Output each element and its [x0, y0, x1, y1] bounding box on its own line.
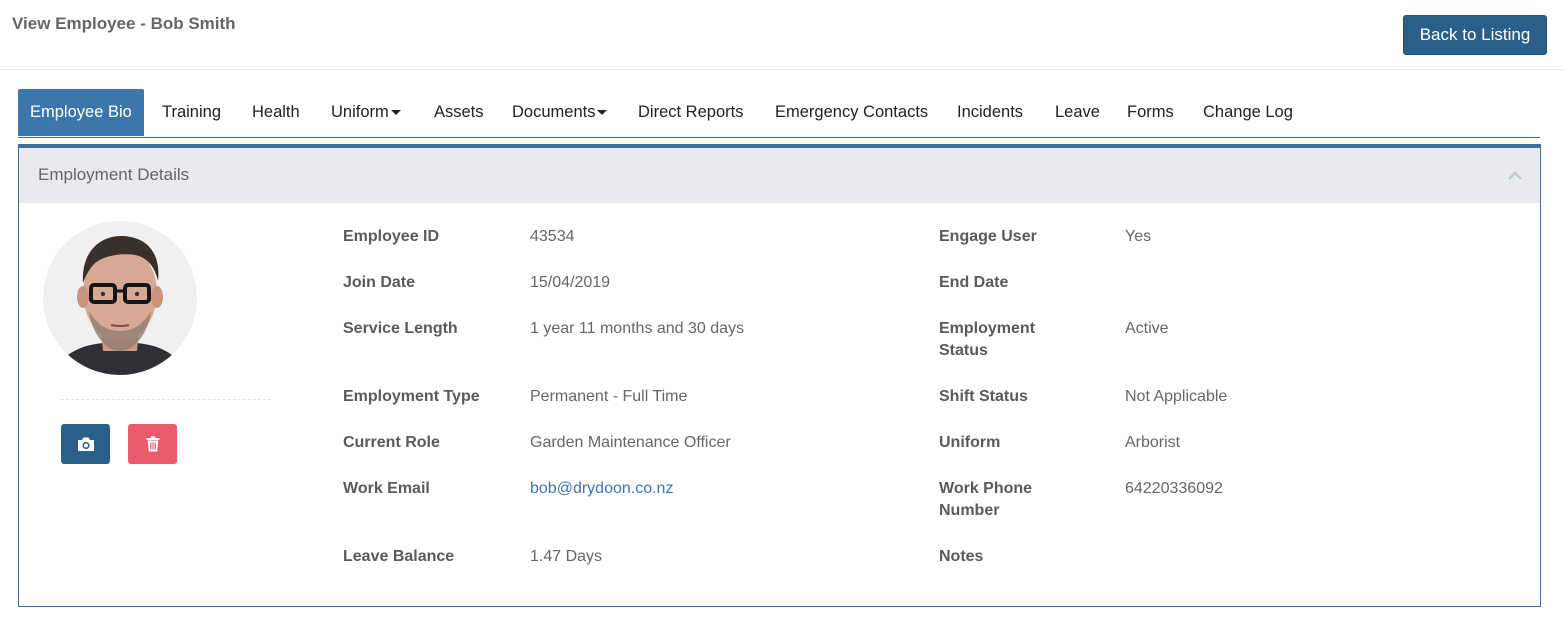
tab-training[interactable]: Training — [162, 89, 221, 136]
label-line: Employment — [939, 320, 1036, 337]
shift-status-value: Not Applicable — [1125, 388, 1228, 405]
employment-type-label: Employment Type — [343, 388, 480, 405]
tab-documents[interactable]: Documents — [512, 89, 608, 136]
upload-photo-button[interactable] — [61, 424, 110, 464]
engage-user-label: Engage User — [939, 228, 1037, 245]
uniform-label: Uniform — [939, 434, 1001, 451]
caret-down-icon — [597, 110, 608, 116]
page-title: View Employee - Bob Smith — [12, 14, 236, 33]
tab-bar: Employee Bio Training Health Uniform Ass… — [18, 89, 1540, 138]
employment-details-panel: Employment Details Employee ID 43534 Joi… — [18, 144, 1541, 607]
page-header: View Employee - Bob Smith Back to Listin… — [0, 0, 1564, 70]
camera-icon — [77, 437, 94, 451]
employee-id-label: Employee ID — [343, 228, 440, 245]
panel-title: Employment Details — [38, 165, 190, 184]
tab-label: Documents — [512, 103, 596, 121]
tab-label: Assets — [434, 103, 484, 121]
end-date-label: End Date — [939, 274, 1009, 291]
tab-label: Health — [252, 103, 300, 121]
engage-user-value: Yes — [1125, 228, 1152, 245]
tab-label: Leave — [1055, 103, 1100, 121]
employment-type-value: Permanent - Full Time — [530, 388, 688, 405]
join-date-label: Join Date — [343, 274, 416, 291]
avatar — [43, 221, 197, 375]
chevron-up-icon[interactable] — [1506, 168, 1524, 182]
tab-label: Incidents — [957, 103, 1024, 121]
caret-down-icon — [390, 110, 401, 116]
service-length-label: Service Length — [343, 320, 458, 337]
avatar-divider — [61, 399, 271, 400]
tab-direct-reports[interactable]: Direct Reports — [638, 89, 743, 136]
panel-header[interactable]: Employment Details — [19, 148, 1540, 203]
shift-status-label: Shift Status — [939, 388, 1028, 405]
back-to-listing-button[interactable]: Back to Listing — [1403, 15, 1547, 55]
employee-id-value: 43534 — [530, 228, 575, 245]
tab-uniform[interactable]: Uniform — [331, 89, 401, 136]
tab-forms[interactable]: Forms — [1127, 89, 1174, 136]
tab-incidents[interactable]: Incidents — [957, 89, 1023, 136]
label-line: Number — [939, 502, 1000, 519]
current-role-value: Garden Maintenance Officer — [530, 434, 731, 451]
tab-label: Forms — [1127, 103, 1174, 121]
join-date-value: 15/04/2019 — [530, 274, 611, 291]
employment-status-value: Active — [1125, 320, 1169, 337]
trash-icon — [146, 436, 159, 452]
service-length-value: 1 year 11 months and 30 days — [530, 320, 745, 337]
delete-photo-button[interactable] — [128, 424, 177, 464]
tab-change-log[interactable]: Change Log — [1203, 89, 1293, 136]
label-line: Status — [939, 342, 988, 359]
tab-label: Change Log — [1203, 103, 1293, 121]
tab-label: Emergency Contacts — [775, 103, 929, 121]
tab-leave[interactable]: Leave — [1055, 89, 1100, 136]
tab-label: Uniform — [331, 103, 389, 121]
work-phone-number-label: Work Phone Number — [939, 478, 1032, 522]
notes-label: Notes — [939, 548, 984, 565]
label-line: Work Phone — [939, 480, 1033, 497]
tab-label: Employee Bio — [30, 103, 132, 121]
leave-balance-label: Leave Balance — [343, 548, 455, 565]
work-email-link[interactable]: bob@drydoon.co.nz — [530, 480, 673, 497]
tab-emergency-contacts[interactable]: Emergency Contacts — [775, 89, 928, 136]
current-role-label: Current Role — [343, 434, 440, 451]
avatar-photo — [43, 221, 197, 375]
employment-status-label: Employment Status — [939, 318, 1035, 362]
tab-employee-bio[interactable]: Employee Bio — [18, 89, 144, 136]
tab-label: Direct Reports — [638, 103, 744, 121]
tab-health[interactable]: Health — [252, 89, 300, 136]
work-email-label: Work Email — [343, 480, 430, 497]
tab-assets[interactable]: Assets — [434, 89, 484, 136]
work-phone-number-value: 64220336092 — [1125, 480, 1223, 497]
tab-label: Training — [162, 103, 221, 121]
leave-balance-value: 1.47 Days — [530, 548, 603, 565]
uniform-value: Arborist — [1125, 434, 1181, 451]
